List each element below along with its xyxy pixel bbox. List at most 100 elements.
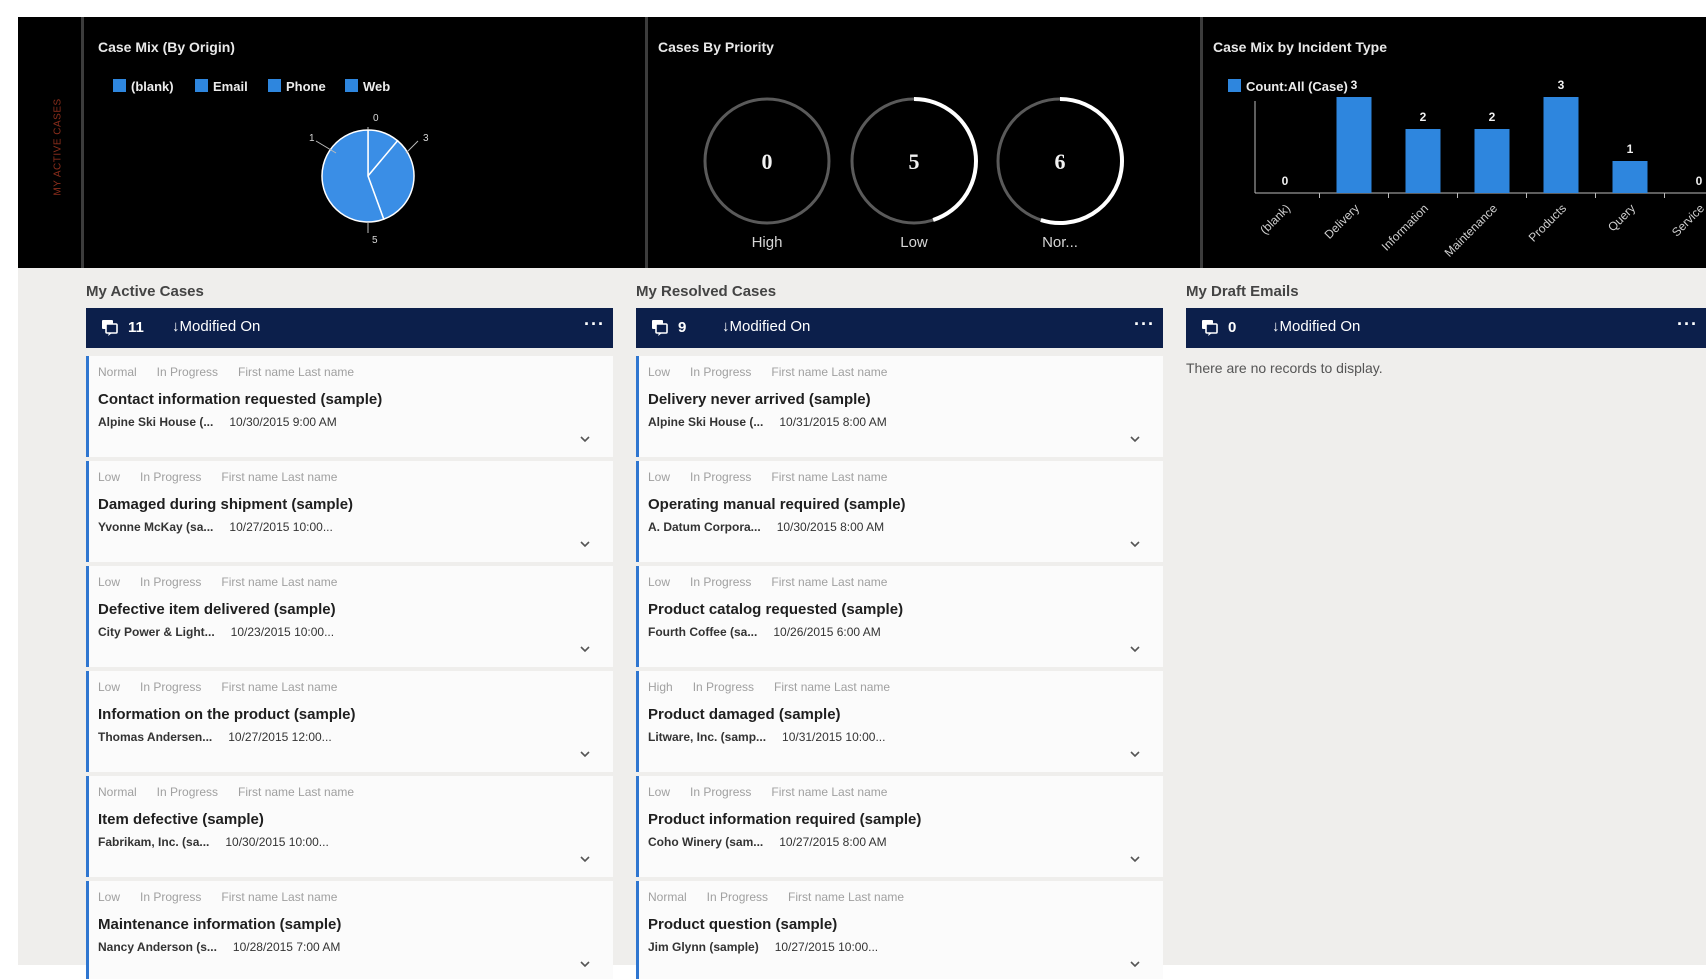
chart-case-mix-incident[interactable]: Case Mix by Incident Type Count:All (Cas… <box>1200 17 1706 268</box>
case-status: In Progress <box>692 680 755 694</box>
case-subline: Coho Winery (sam... 10/27/2015 8:00 AM <box>648 835 887 849</box>
case-title[interactable]: Operating manual required (sample) <box>648 496 906 513</box>
case-title[interactable]: Damaged during shipment (sample) <box>98 496 353 513</box>
case-meta: Low In Progress First name Last name <box>648 575 907 589</box>
case-title[interactable]: Defective item delivered (sample) <box>98 601 336 618</box>
bar[interactable] <box>1612 161 1648 193</box>
chevron-down-icon[interactable] <box>1129 434 1141 444</box>
case-card[interactable]: Normal In Progress First name Last name Con… <box>86 356 613 457</box>
case-card[interactable]: Low In Progress First name Last name Produc… <box>636 776 1163 877</box>
chevron-down-icon[interactable] <box>1129 644 1141 654</box>
sort-toggle[interactable]: ↓Modified On <box>722 318 810 335</box>
case-title[interactable]: Maintenance information (sample) <box>98 916 341 933</box>
gauge-label[interactable]: High <box>752 234 783 251</box>
bar[interactable] <box>1543 97 1579 193</box>
chevron-down-icon[interactable] <box>1129 539 1141 549</box>
category-label: Information <box>1379 201 1431 253</box>
chart-cases-by-priority[interactable]: Cases By Priority 0 High 5 Low 6 Nor... <box>645 17 1197 268</box>
case-customer[interactable]: Fourth Coffee (sa... <box>648 625 757 639</box>
sort-toggle[interactable]: ↓Modified On <box>1272 318 1360 335</box>
case-priority: Normal <box>98 365 137 379</box>
case-owner: First name Last name <box>221 470 338 484</box>
case-modified-date: 10/30/2015 8:00 AM <box>776 520 885 534</box>
sort-toggle[interactable]: ↓Modified On <box>172 318 260 335</box>
case-card[interactable]: Normal In Progress First name Last name Ite… <box>86 776 613 877</box>
case-meta: Low In Progress First name Last name <box>98 575 357 589</box>
case-card[interactable]: Low In Progress First name Last name Mainte… <box>86 881 613 979</box>
legend-swatch <box>268 79 281 92</box>
case-title[interactable]: Contact information requested (sample) <box>98 391 382 408</box>
case-title[interactable]: Item defective (sample) <box>98 811 264 828</box>
case-title[interactable]: Product damaged (sample) <box>648 706 841 723</box>
case-subline: A. Datum Corpora... 10/30/2015 8:00 AM <box>648 520 884 534</box>
case-customer[interactable]: Litware, Inc. (samp... <box>648 730 766 744</box>
chart-case-mix-origin[interactable]: Case Mix (By Origin) (blank) Email Phone We… <box>88 17 642 268</box>
case-title[interactable]: Product question (sample) <box>648 916 837 933</box>
case-card[interactable]: Low In Progress First name Last name Damage… <box>86 461 613 562</box>
case-owner: First name Last name <box>771 785 888 799</box>
chevron-down-icon[interactable] <box>579 434 591 444</box>
case-card[interactable]: High In Progress First name Last name Produ… <box>636 671 1163 772</box>
case-modified-date: 10/27/2015 10:00... <box>774 940 879 954</box>
stream-header: 11 ↓Modified On ··· <box>86 308 613 348</box>
chevron-down-icon[interactable] <box>579 854 591 864</box>
case-card[interactable]: Low In Progress First name Last name Inform… <box>86 671 613 772</box>
more-options-button[interactable]: ··· <box>1134 314 1155 335</box>
case-customer[interactable]: Alpine Ski House (... <box>98 415 213 429</box>
case-status: In Progress <box>140 680 202 694</box>
case-customer[interactable]: City Power & Light... <box>98 625 215 639</box>
bar[interactable] <box>1474 129 1510 193</box>
bar-value-label: 1 <box>1627 142 1634 156</box>
case-priority: Low <box>648 575 671 589</box>
more-options-button[interactable]: ··· <box>584 314 605 335</box>
slice-label: 0 <box>373 113 379 124</box>
case-status: In Progress <box>690 785 752 799</box>
case-customer[interactable]: Alpine Ski House (... <box>648 415 763 429</box>
chevron-down-icon[interactable] <box>1129 854 1141 864</box>
case-customer[interactable]: Fabrikam, Inc. (sa... <box>98 835 209 849</box>
case-customer[interactable]: A. Datum Corpora... <box>648 520 761 534</box>
legend-label[interactable]: Web <box>363 79 390 94</box>
side-label-column: MY ACTIVE CASES <box>18 17 84 268</box>
chevron-down-icon[interactable] <box>579 539 591 549</box>
case-card[interactable]: Normal In Progress First name Last name Pro… <box>636 881 1163 979</box>
dashboard: MY ACTIVE CASES Case Mix (By Origin) (bl… <box>0 0 1706 979</box>
case-title[interactable]: Information on the product (sample) <box>98 706 356 723</box>
case-customer[interactable]: Thomas Andersen... <box>98 730 212 744</box>
case-card[interactable]: Low In Progress First name Last name Delive… <box>636 356 1163 457</box>
chevron-down-icon[interactable] <box>579 644 591 654</box>
chevron-down-icon[interactable] <box>579 749 591 759</box>
category-label: Query <box>1605 201 1638 234</box>
bar[interactable] <box>1336 97 1372 193</box>
case-customer[interactable]: Coho Winery (sam... <box>648 835 763 849</box>
case-title[interactable]: Product catalog requested (sample) <box>648 601 903 618</box>
legend-label[interactable]: Email <box>213 79 248 94</box>
legend-label[interactable]: Count:All (Case) <box>1246 79 1348 94</box>
case-meta: Normal In Progress First name Last name <box>98 785 374 799</box>
case-status: In Progress <box>706 890 769 904</box>
gauge-label[interactable]: Nor... <box>1042 234 1078 251</box>
case-subline: Litware, Inc. (samp... 10/31/2015 10:00..… <box>648 730 885 744</box>
chart-strip: MY ACTIVE CASES Case Mix (By Origin) (bl… <box>18 17 1706 268</box>
bar[interactable] <box>1405 129 1441 193</box>
chevron-down-icon[interactable] <box>1129 959 1141 969</box>
case-subline: Fourth Coffee (sa... 10/26/2015 6:00 AM <box>648 625 881 639</box>
case-title[interactable]: Delivery never arrived (sample) <box>648 391 871 408</box>
legend-label[interactable]: (blank) <box>131 79 174 94</box>
case-card[interactable]: Low In Progress First name Last name Operat… <box>636 461 1163 562</box>
legend-label[interactable]: Phone <box>286 79 326 94</box>
gauge-label[interactable]: Low <box>900 234 928 251</box>
bar-value-label: 0 <box>1696 174 1703 188</box>
cases-icon <box>652 320 668 336</box>
case-card[interactable]: Low In Progress First name Last name Produc… <box>636 566 1163 667</box>
chevron-down-icon[interactable] <box>1129 749 1141 759</box>
case-title[interactable]: Product information required (sample) <box>648 811 921 828</box>
case-customer[interactable]: Jim Glynn (sample) <box>648 940 759 954</box>
case-customer[interactable]: Yvonne McKay (sa... <box>98 520 213 534</box>
case-customer[interactable]: Nancy Anderson (s... <box>98 940 217 954</box>
case-priority: Normal <box>98 785 137 799</box>
case-subline: Alpine Ski House (... 10/30/2015 9:00 AM <box>98 415 337 429</box>
more-options-button[interactable]: ··· <box>1677 314 1698 335</box>
case-card[interactable]: Low In Progress First name Last name Defect… <box>86 566 613 667</box>
chevron-down-icon[interactable] <box>579 959 591 969</box>
